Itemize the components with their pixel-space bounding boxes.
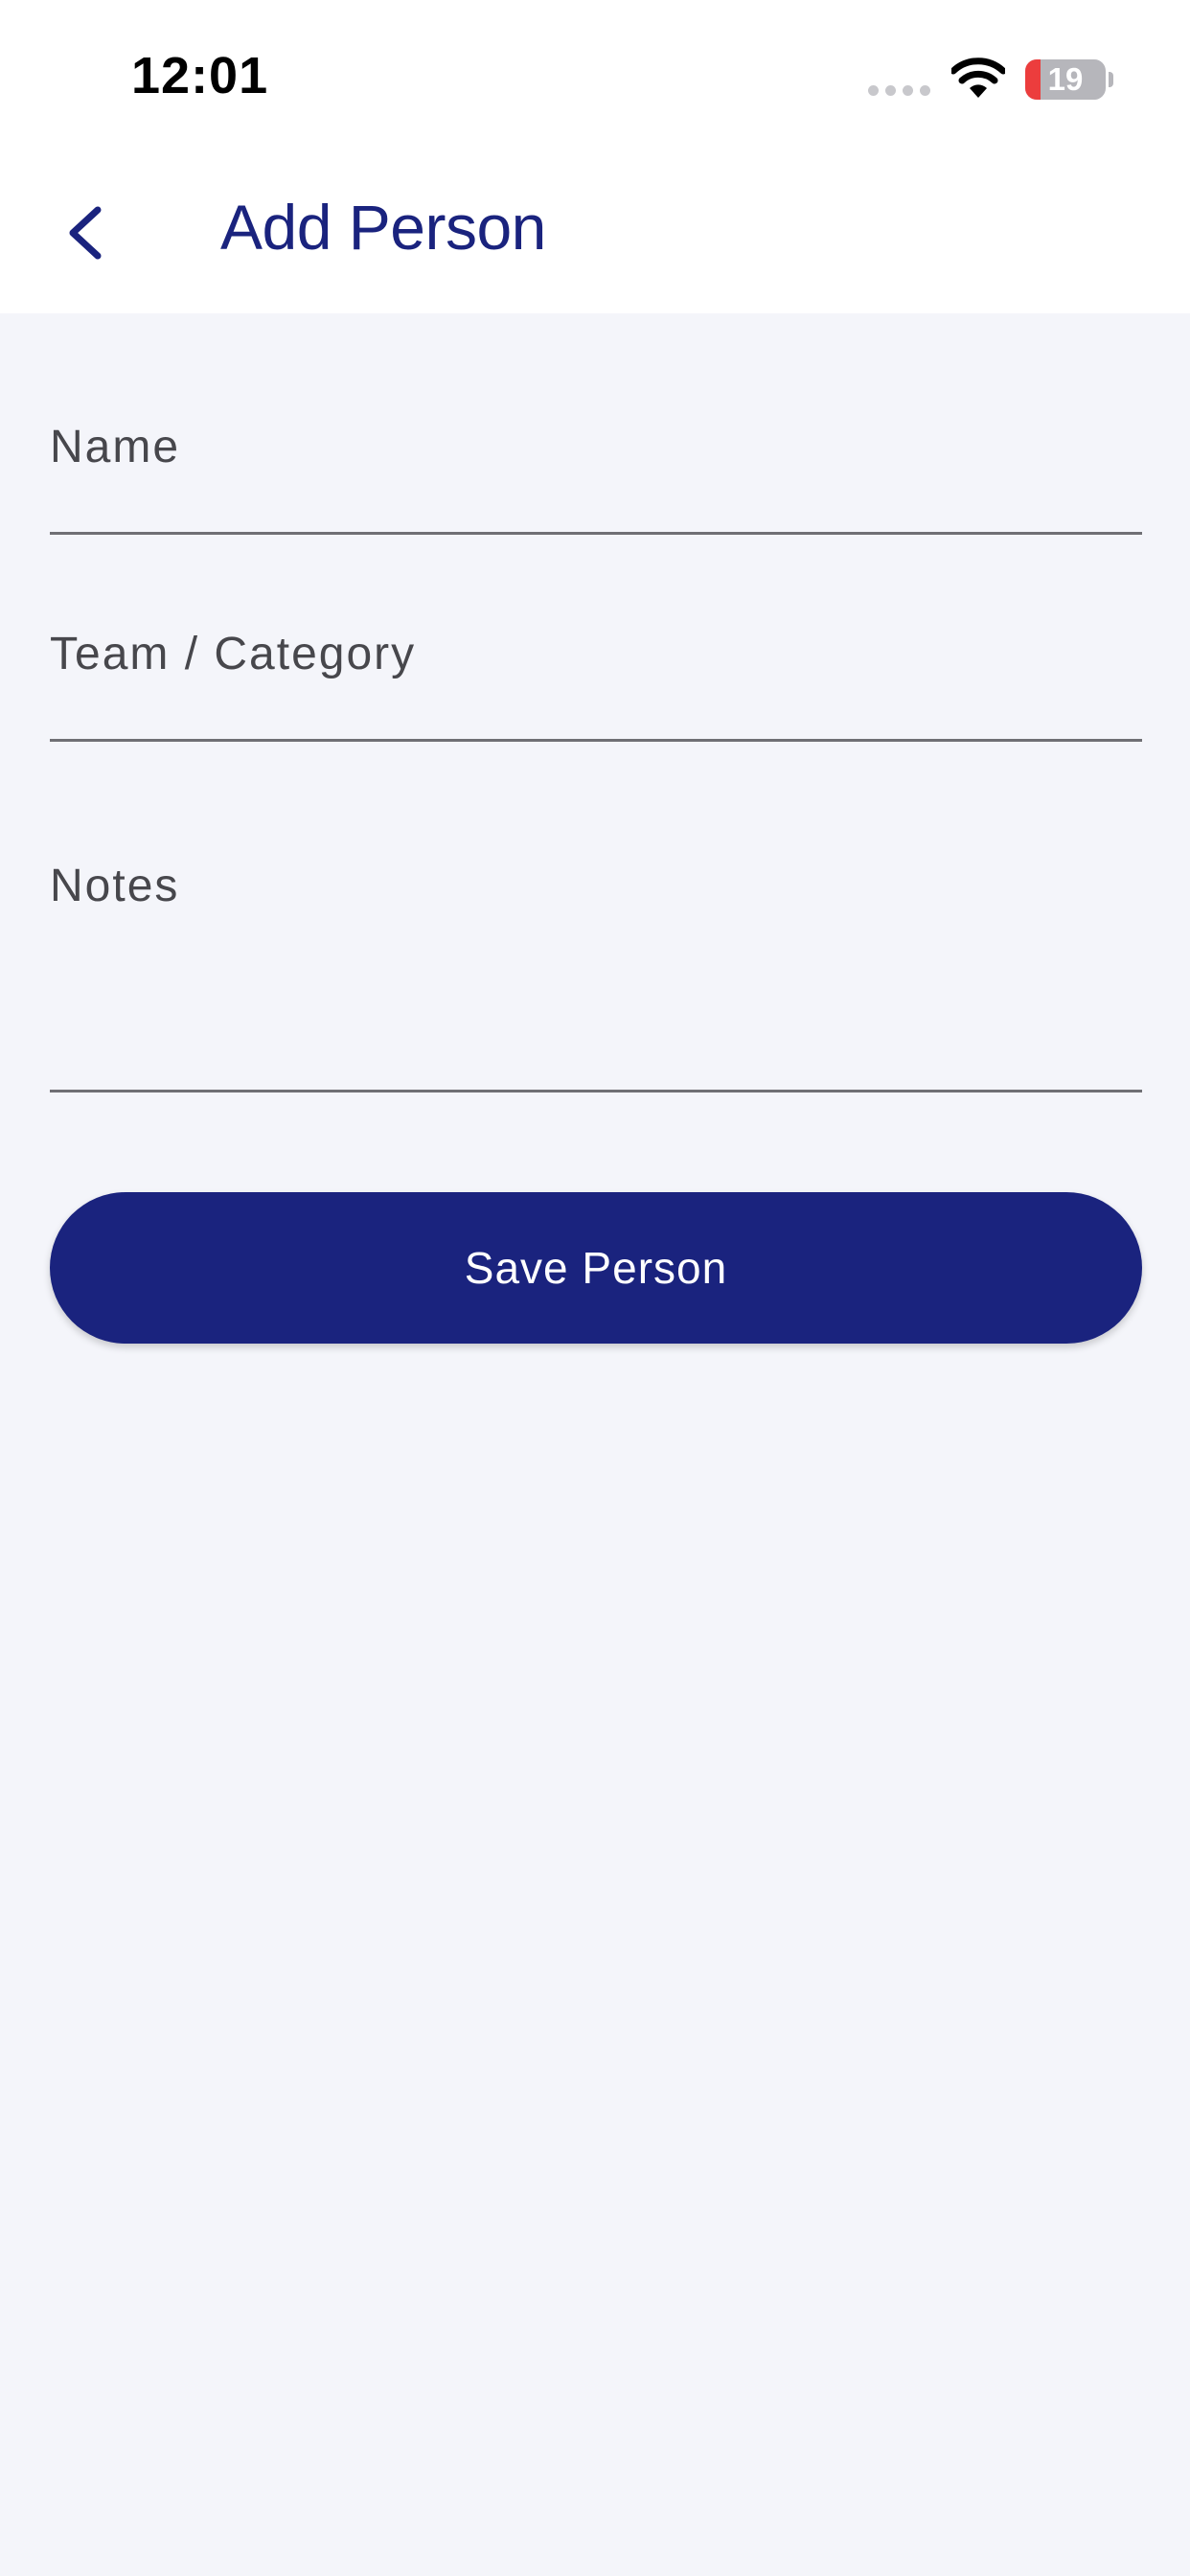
battery-icon: 19 bbox=[1025, 59, 1106, 100]
save-person-button[interactable]: Save Person bbox=[50, 1192, 1142, 1344]
battery-percent: 19 bbox=[1047, 61, 1084, 97]
battery-nub bbox=[1109, 72, 1113, 87]
status-time: 12:01 bbox=[131, 47, 269, 104]
back-button[interactable] bbox=[38, 187, 130, 279]
status-bar: 12:01 19 bbox=[0, 0, 1190, 149]
cellular-signal-icon bbox=[868, 85, 931, 97]
notes-field-container: Notes bbox=[50, 313, 1142, 1092]
chevron-left-icon bbox=[69, 206, 102, 260]
notes-input[interactable] bbox=[50, 739, 1142, 1090]
app-bar: Add Person bbox=[0, 149, 1190, 313]
page-title: Add Person bbox=[220, 192, 546, 263]
wifi-icon bbox=[950, 58, 1007, 100]
